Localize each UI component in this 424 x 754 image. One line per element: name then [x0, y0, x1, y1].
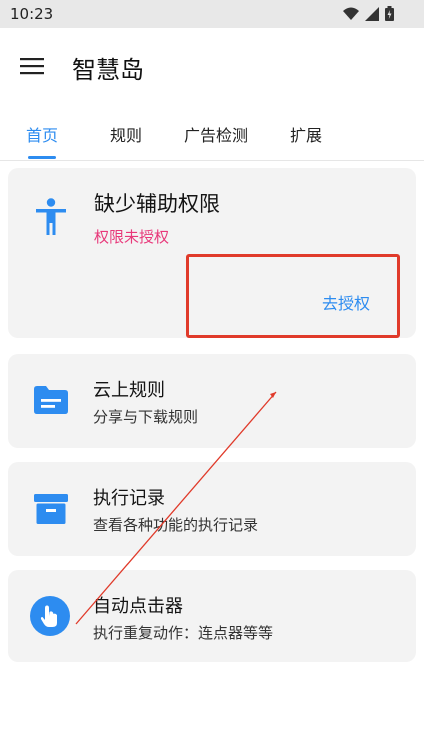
- auto-clicker-card[interactable]: 自动点击器 执行重复动作：连点器等等: [8, 570, 416, 662]
- menu-icon[interactable]: [20, 56, 46, 76]
- status-bar: 10:23: [0, 0, 424, 28]
- tab-rules[interactable]: 规则: [110, 122, 142, 146]
- status-icons: [343, 6, 394, 21]
- permission-title: 缺少辅助权限: [94, 192, 220, 216]
- tab-extensions[interactable]: 扩展: [290, 122, 322, 146]
- folder-icon: [34, 386, 68, 414]
- execution-records-title: 执行记录: [93, 488, 165, 509]
- cloud-rules-subtitle: 分享与下载规则: [93, 408, 199, 426]
- tab-indicator: [28, 156, 56, 159]
- cloud-rules-card[interactable]: 云上规则 分享与下载规则: [8, 354, 416, 448]
- execution-records-subtitle: 查看各种功能的执行记录: [93, 516, 259, 534]
- archive-icon: [34, 494, 68, 524]
- permission-status: 权限未授权: [94, 228, 170, 246]
- execution-records-card[interactable]: 执行记录 查看各种功能的执行记录: [8, 462, 416, 556]
- touch-icon: [30, 596, 70, 636]
- status-time: 10:23: [10, 5, 54, 23]
- cloud-rules-title: 云上规则: [93, 380, 165, 401]
- app-title: 智慧岛: [72, 56, 144, 84]
- tab-home[interactable]: 首页: [26, 122, 58, 146]
- accessibility-icon: [36, 198, 66, 235]
- tab-bar: 首页 规则 广告检测 扩展: [0, 108, 424, 161]
- auto-clicker-subtitle: 执行重复动作：连点器等等: [93, 624, 274, 642]
- signal-icon: [365, 6, 379, 21]
- tab-ad-detection[interactable]: 广告检测: [184, 122, 248, 146]
- auto-clicker-title: 自动点击器: [93, 596, 183, 617]
- battery-icon: [385, 6, 394, 21]
- app-bar: 智慧岛: [0, 28, 424, 106]
- highlight-box: [186, 254, 400, 338]
- wifi-icon: [343, 7, 359, 20]
